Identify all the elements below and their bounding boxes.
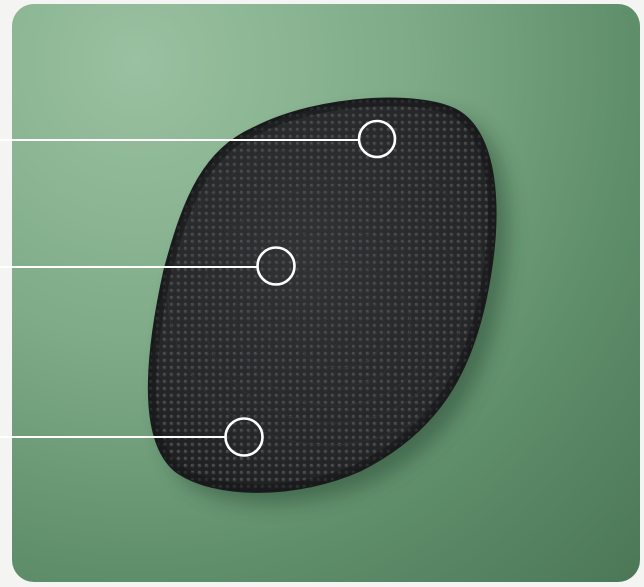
product-illustration [0,97,508,504]
bristle-texture [149,99,495,492]
product-image-frame [0,0,644,587]
